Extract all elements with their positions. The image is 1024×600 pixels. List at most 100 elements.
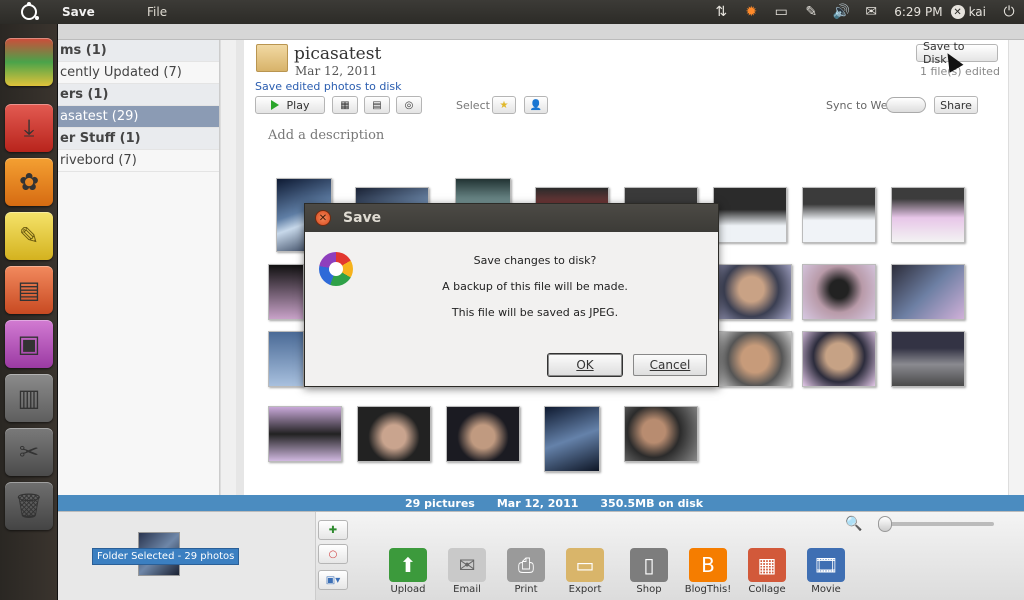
launcher-stack-icon[interactable] xyxy=(5,38,53,86)
export-label: Export xyxy=(568,584,602,595)
content-scrollbar[interactable] xyxy=(1008,40,1024,516)
email-button[interactable]: ✉ Email xyxy=(442,548,492,595)
shop-icon: ▯ xyxy=(630,548,668,582)
ok-button[interactable]: OK xyxy=(548,354,622,376)
shop-button[interactable]: ▯ Shop xyxy=(624,548,674,595)
power-icon[interactable]: ⏻ xyxy=(994,0,1024,24)
upload-button[interactable]: ⬆ Upload xyxy=(383,548,433,595)
photo-thumbnail[interactable] xyxy=(802,187,876,243)
zoom-slider[interactable] xyxy=(884,522,994,526)
blogthis-button[interactable]: B BlogThis! xyxy=(683,548,733,595)
geotag-icon[interactable]: ◎ xyxy=(396,96,422,114)
status-size: 350.5MB on disk xyxy=(600,496,704,510)
photo-thumbnail[interactable] xyxy=(713,187,787,243)
cancel-button[interactable]: Cancel xyxy=(633,354,707,376)
person-icon[interactable]: 👤 xyxy=(524,96,548,114)
export-icon: ▭ xyxy=(566,548,604,582)
photo-thumbnail[interactable] xyxy=(624,406,698,462)
user-name: kai xyxy=(968,5,986,19)
panel-splitter[interactable] xyxy=(236,40,244,516)
photo-thumbnail[interactable] xyxy=(268,406,342,462)
album-title[interactable]: picasatest xyxy=(294,44,381,64)
dialog-titlebar: ✕ Save xyxy=(305,204,718,232)
status-date: Mar 12, 2011 xyxy=(496,496,579,510)
clock[interactable]: 6:29 PM xyxy=(886,5,950,19)
collage-icon: ▦ xyxy=(748,548,786,582)
launcher-app-red-icon[interactable]: ⤓ xyxy=(5,104,53,152)
photo-thumbnail[interactable] xyxy=(891,187,965,243)
photo-thumbnail[interactable] xyxy=(446,406,520,462)
launcher-tools-icon[interactable]: ✂ xyxy=(5,428,53,476)
upload-label: Upload xyxy=(390,584,426,595)
network-icon[interactable]: ⇅ xyxy=(706,0,736,24)
play-icon xyxy=(270,100,279,110)
share-button[interactable]: Share xyxy=(934,96,978,114)
list-item[interactable]: rivebord (7) xyxy=(58,150,219,172)
photo-thumbnail[interactable] xyxy=(268,264,304,320)
photo-thumbnail[interactable] xyxy=(802,264,876,320)
save-dialog: ✕ Save Save changes to disk? A backup of… xyxy=(304,203,719,387)
play-button[interactable]: Play xyxy=(255,96,325,114)
app-title: Save xyxy=(62,5,95,19)
photo-thumbnail[interactable] xyxy=(544,406,600,472)
tray-selection-area: Folder Selected - 29 photos xyxy=(58,512,316,600)
email-icon: ✉ xyxy=(448,548,486,582)
save-edited-link[interactable]: Save edited photos to disk xyxy=(255,80,402,93)
slideshow-icon[interactable]: ▦ xyxy=(332,96,358,114)
album-add-icon[interactable]: ▣▾ xyxy=(318,570,348,590)
weather-icon[interactable]: ✹ xyxy=(736,0,766,24)
notes-icon[interactable]: ✎ xyxy=(796,0,826,24)
star-icon[interactable]: ★ xyxy=(492,96,516,114)
zoom-slider-handle[interactable] xyxy=(878,516,892,532)
launcher-files-icon[interactable]: ▥ xyxy=(5,374,53,422)
collage-button[interactable]: ▦ Collage xyxy=(742,548,792,595)
toolbar-strip xyxy=(58,24,1024,40)
ubuntu-logo-icon[interactable] xyxy=(0,0,58,24)
select-label: Select xyxy=(456,99,490,112)
collage-label: Collage xyxy=(748,584,786,595)
close-circle-icon: ✕ xyxy=(950,5,965,19)
battery-icon[interactable]: ▭ xyxy=(766,0,796,24)
launcher-editor-icon[interactable]: ✎ xyxy=(5,212,53,260)
photo-thumbnail[interactable] xyxy=(891,331,965,387)
photo-thumbnail[interactable] xyxy=(268,331,304,387)
shop-label: Shop xyxy=(636,584,662,595)
print-icon: ⎙ xyxy=(507,548,545,582)
sync-toggle[interactable] xyxy=(886,97,926,113)
export-button[interactable]: ▭ Export xyxy=(560,548,610,595)
list-item[interactable]: cently Updated (7) xyxy=(58,62,219,84)
movie-button[interactable]: 🎞 Movie xyxy=(801,548,851,595)
list-item[interactable]: ms (1) xyxy=(58,40,219,62)
indicator-area: ⇅ ✹ ▭ ✎ 🔊 ✉ 6:29 PM ✕ kai ⏻ xyxy=(706,0,1024,24)
files-edited-label: 1 file(s) edited xyxy=(920,65,1000,78)
photo-thumbnail[interactable] xyxy=(891,264,965,320)
description-field[interactable]: Add a description xyxy=(268,128,384,143)
list-item-selected[interactable]: asatest (29) xyxy=(58,106,219,128)
list-item[interactable]: ers (1) xyxy=(58,84,219,106)
ok-label: OK xyxy=(576,358,594,372)
volume-icon[interactable]: 🔊 xyxy=(826,0,856,24)
close-icon[interactable]: ✕ xyxy=(315,210,331,226)
clear-icon[interactable]: ○ xyxy=(318,544,348,564)
print-button[interactable]: ⎙ Print xyxy=(501,548,551,595)
photo-thumbnail[interactable] xyxy=(357,406,431,462)
blogger-icon: B xyxy=(689,548,727,582)
status-count: 29 pictures xyxy=(405,496,475,510)
launcher-presentation-icon[interactable]: ▤ xyxy=(5,266,53,314)
menu-file[interactable]: File xyxy=(147,5,167,19)
launcher-photos-icon[interactable]: ✿ xyxy=(5,158,53,206)
collage-tool-icon[interactable]: ▤ xyxy=(364,96,390,114)
left-scrollbar[interactable] xyxy=(220,40,236,516)
blogthis-label: BlogThis! xyxy=(684,584,732,595)
picasa-logo-icon xyxy=(319,252,353,286)
photo-thumbnail[interactable] xyxy=(718,264,792,320)
photo-thumbnail[interactable] xyxy=(718,331,792,387)
list-item[interactable]: er Stuff (1) xyxy=(58,128,219,150)
launcher: ⤓ ✿ ✎ ▤ ▣ ▥ ✂ 🗑 xyxy=(0,24,58,600)
trash-icon[interactable]: 🗑 xyxy=(5,482,53,530)
mail-icon[interactable]: ✉ xyxy=(856,0,886,24)
hold-icon[interactable]: ✚ xyxy=(318,520,348,540)
launcher-workspaces-icon[interactable]: ▣ xyxy=(5,320,53,368)
photo-thumbnail[interactable] xyxy=(802,331,876,387)
user-menu[interactable]: ✕ kai xyxy=(950,5,994,19)
